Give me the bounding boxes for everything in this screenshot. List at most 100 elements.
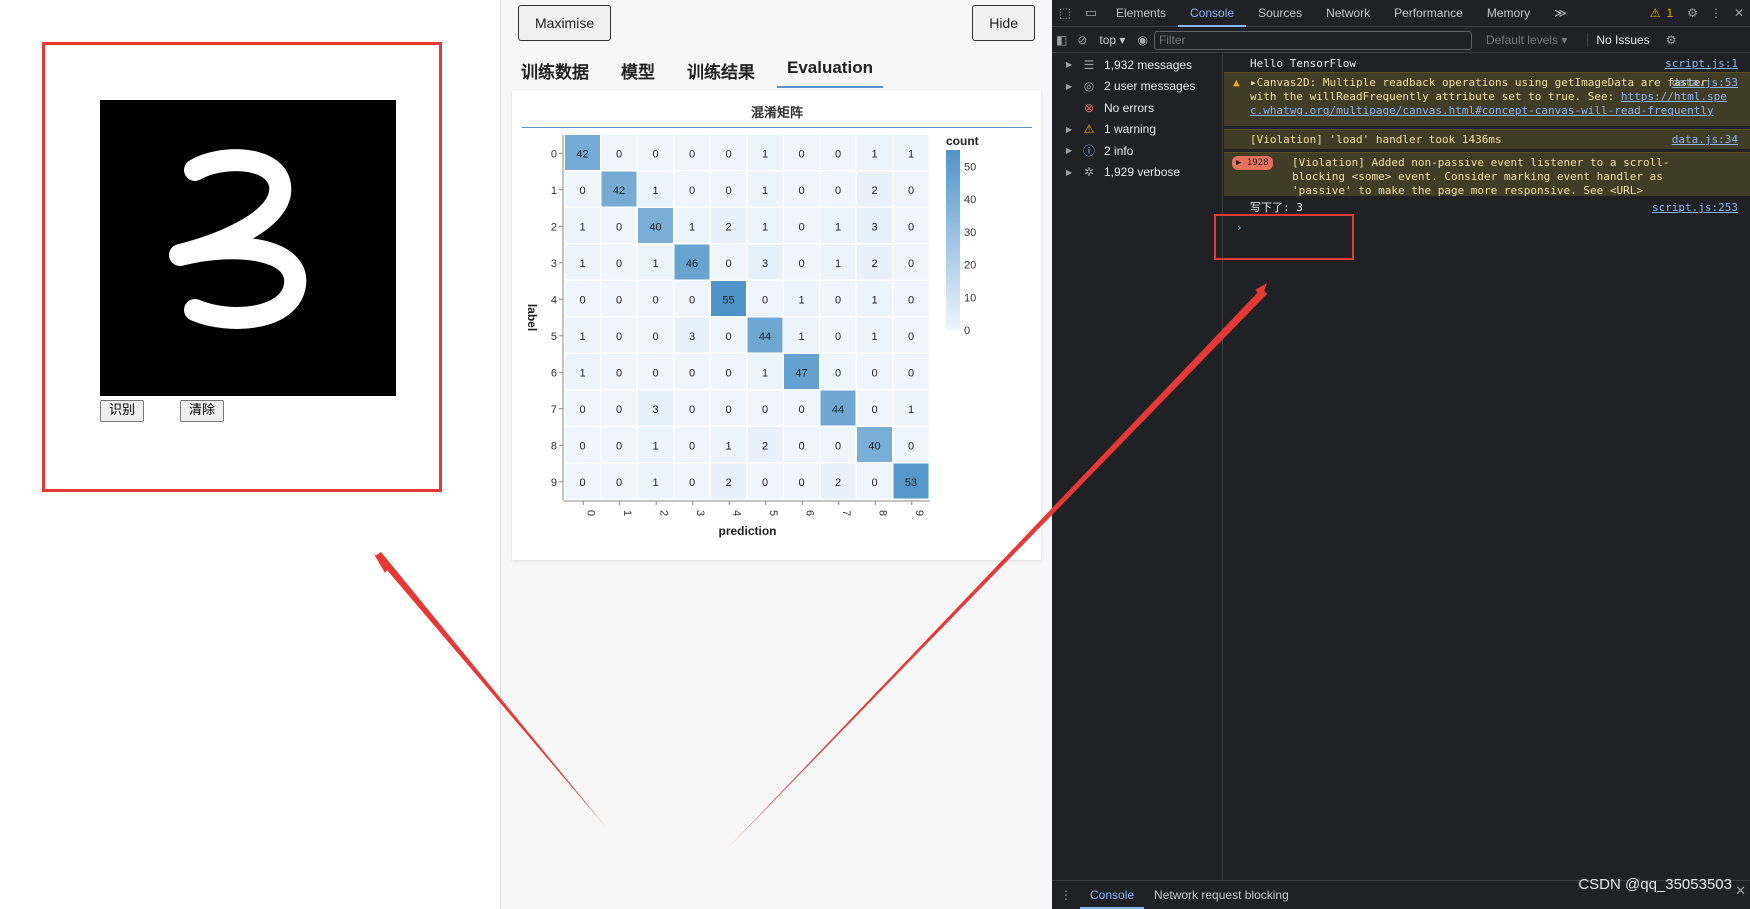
devtools-tab-performance[interactable]: Performance bbox=[1382, 0, 1475, 27]
cell-value-label: 0 bbox=[725, 148, 731, 160]
tab-evaluation[interactable]: Evaluation bbox=[777, 52, 883, 88]
sidebar-toggle-icon[interactable]: ◧ bbox=[1056, 33, 1067, 47]
issues-counter[interactable]: No Issues bbox=[1587, 33, 1650, 47]
inspect-icon[interactable]: ⬚ bbox=[1052, 0, 1078, 26]
more-menu-icon[interactable]: ⋮ bbox=[1710, 6, 1722, 20]
context-select[interactable]: top ▾ bbox=[1093, 33, 1131, 47]
sidebar-item-info[interactable]: ▶ ⓘ 2 info bbox=[1052, 140, 1222, 162]
devtools-tab-network[interactable]: Network bbox=[1314, 0, 1382, 27]
cell-value-label: 1 bbox=[871, 331, 877, 343]
x-tick-label: 4 bbox=[730, 510, 742, 516]
cell-value-label: 0 bbox=[798, 221, 804, 233]
sidebar-item-label: 1,932 messages bbox=[1104, 57, 1193, 72]
console-highlight-box bbox=[1214, 214, 1354, 260]
cell-value-label: 0 bbox=[652, 331, 658, 343]
console-settings-icon[interactable]: ⚙ bbox=[1666, 33, 1677, 47]
cell-value-label: 44 bbox=[759, 331, 771, 343]
cell-value-label: 0 bbox=[908, 440, 914, 452]
close-devtools-icon[interactable]: ✕ bbox=[1734, 6, 1744, 20]
cell-value-label: 0 bbox=[835, 367, 841, 379]
console-message-hello: Hello TensorFlow script.js:1 bbox=[1224, 54, 1750, 72]
sidebar-item-user[interactable]: ▶ ◎ 2 user messages bbox=[1052, 76, 1222, 98]
cell-value-label: 0 bbox=[689, 404, 695, 416]
cell-value-label: 1 bbox=[652, 440, 658, 452]
cell-value-label: 3 bbox=[871, 221, 877, 233]
cell-value-label: 0 bbox=[579, 404, 585, 416]
sidebar-item-label: 1,929 verbose bbox=[1104, 165, 1181, 180]
console-sidebar: ▶ ☰ 1,932 messages ▶ ◎ 2 user messages ⊗ No err… bbox=[1052, 54, 1223, 880]
source-link[interactable]: script.js:1 bbox=[1665, 57, 1738, 71]
devtools-tab-memory[interactable]: Memory bbox=[1475, 0, 1542, 27]
more-tabs-button[interactable]: ≫ bbox=[1542, 0, 1579, 27]
clear-console-icon[interactable]: ⊘ bbox=[1077, 33, 1087, 47]
x-tick-label: 8 bbox=[876, 510, 888, 516]
cell-value-label: 1 bbox=[908, 404, 914, 416]
console-filter-input[interactable] bbox=[1153, 30, 1472, 50]
drawer-menu-icon[interactable]: ⋮ bbox=[1052, 888, 1080, 902]
screenshot-stage: 识别 清除 Maximise Hide 训练数据 模型 训练结果 Evaluat… bbox=[0, 0, 1750, 909]
cell-value-label: 1 bbox=[871, 148, 877, 160]
tab-training-data[interactable]: 训练数据 bbox=[511, 52, 599, 88]
cell-value-label: 0 bbox=[652, 148, 658, 160]
cell-value-label: 1 bbox=[689, 221, 695, 233]
cell-value-label: 0 bbox=[689, 185, 695, 197]
hide-button[interactable]: Hide bbox=[972, 5, 1035, 41]
cell-value-label: 0 bbox=[762, 294, 768, 306]
source-link[interactable]: data.js:53 bbox=[1672, 76, 1738, 90]
expand-arrow-icon: ▶ bbox=[1066, 167, 1073, 177]
handwritten-digit bbox=[169, 149, 307, 329]
sidebar-item-error[interactable]: ⊗ No errors bbox=[1052, 97, 1222, 119]
cell-value-label: 0 bbox=[616, 404, 622, 416]
x-tick-label: 2 bbox=[657, 510, 669, 516]
user-icon: ◎ bbox=[1083, 79, 1095, 94]
devtools-panel: ⬚ ▭ Elements Console Sources Network Perform… bbox=[1052, 0, 1750, 909]
sidebar-item-bug[interactable]: ▶ ✲ 1,929 verbose bbox=[1052, 162, 1222, 184]
live-expression-eye-icon[interactable]: ◉ bbox=[1137, 33, 1147, 47]
cell-value-label: 0 bbox=[616, 221, 622, 233]
cell-value-label: 46 bbox=[686, 258, 698, 270]
warning-count[interactable]: 1 bbox=[1666, 6, 1673, 20]
cell-value-label: 2 bbox=[762, 440, 768, 452]
cell-value-label: 1 bbox=[835, 258, 841, 270]
cell-value-label: 1 bbox=[652, 258, 658, 270]
cell-value-label: 44 bbox=[832, 404, 844, 416]
warning-indicator-icon[interactable]: ⚠ bbox=[1650, 6, 1661, 20]
settings-gear-icon[interactable]: ⚙ bbox=[1687, 6, 1698, 20]
sidebar-item-list[interactable]: ▶ ☰ 1,932 messages bbox=[1052, 54, 1222, 76]
devtools-tab-elements[interactable]: Elements bbox=[1104, 0, 1178, 27]
cell-value-label: 42 bbox=[576, 148, 588, 160]
cell-value-label: 0 bbox=[616, 331, 622, 343]
recognize-button[interactable]: 识别 bbox=[100, 400, 145, 422]
tab-training-results[interactable]: 训练结果 bbox=[677, 52, 765, 88]
y-axis-title: label bbox=[525, 304, 539, 331]
x-tick-label: 1 bbox=[621, 510, 633, 516]
cell-value-label: 0 bbox=[689, 440, 695, 452]
device-toggle-icon[interactable]: ▭ bbox=[1078, 0, 1104, 26]
cell-value-label: 0 bbox=[725, 404, 731, 416]
clear-button[interactable]: 清除 bbox=[180, 400, 225, 422]
log-levels-dropdown[interactable]: Default levels ▾ bbox=[1486, 33, 1567, 47]
source-link[interactable]: script.js:253 bbox=[1652, 201, 1738, 215]
maximise-button[interactable]: Maximise bbox=[518, 5, 612, 41]
source-link[interactable]: data.js:34 bbox=[1672, 133, 1738, 147]
drawer-tab-console[interactable]: Console bbox=[1080, 881, 1145, 909]
devtools-tab-console[interactable]: Console bbox=[1178, 0, 1247, 27]
devtools-tab-sources[interactable]: Sources bbox=[1246, 0, 1314, 27]
cell-value-label: 0 bbox=[908, 185, 914, 197]
drawing-canvas[interactable] bbox=[100, 100, 396, 396]
cell-value-label: 0 bbox=[798, 185, 804, 197]
sidebar-item-warning[interactable]: ▶ ⚠ 1 warning bbox=[1052, 119, 1222, 141]
cell-value-label: 0 bbox=[579, 477, 585, 489]
repeat-count-badge[interactable]: ▶ 1928 bbox=[1232, 156, 1273, 170]
tab-model[interactable]: 模型 bbox=[611, 52, 665, 88]
sidebar-item-label: 2 info bbox=[1104, 143, 1134, 158]
message-text: [Violation] 'load' handler took 1436ms bbox=[1250, 133, 1502, 146]
x-tick-label: 0 bbox=[584, 510, 596, 516]
cell-value-label: 0 bbox=[908, 294, 914, 306]
close-drawer-icon[interactable]: ✕ bbox=[1735, 883, 1746, 899]
cell-value-label: 0 bbox=[725, 185, 731, 197]
expand-arrow-icon: ▶ bbox=[1066, 124, 1073, 134]
cell-value-label: 0 bbox=[835, 331, 841, 343]
cell-value-label: 0 bbox=[616, 440, 622, 452]
drawer-tab-network-blocking[interactable]: Network request blocking bbox=[1144, 881, 1299, 909]
